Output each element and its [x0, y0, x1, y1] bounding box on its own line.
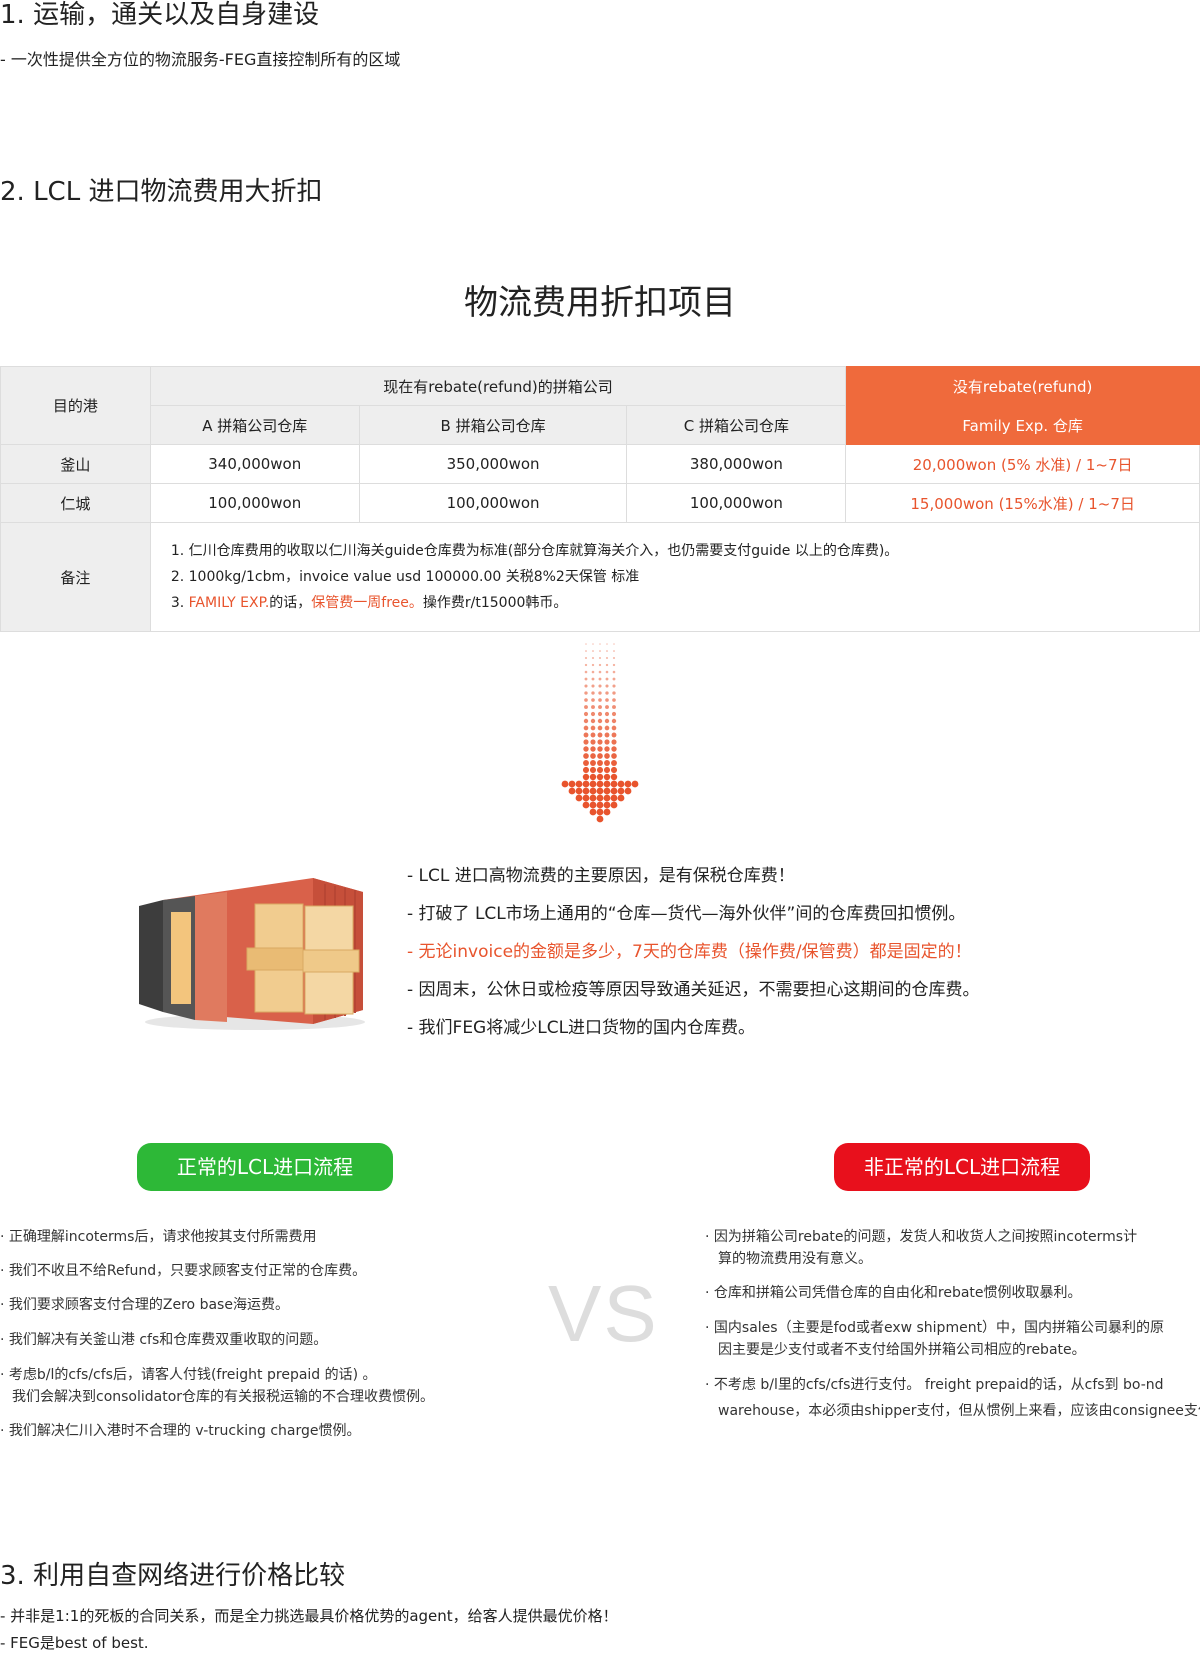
shipping-container-icon [139, 878, 365, 1030]
note-3: 3. FAMILY EXP.的话，保管费一周free。操作费r/t15000韩币… [170, 595, 568, 611]
group-header: 现在有rebate(refund)的拼箱公司 [149, 366, 847, 406]
list-item: · 不考虑 b/l里的cfs/cfs进行支付。 freight prepaid的… [705, 1377, 1164, 1393]
port-cell: 仁城 [0, 483, 151, 523]
family-price-cell: 15,000won (15%水准) / 1~7日 [845, 483, 1200, 523]
notes-cell: 1. 仁川仓库费用的收取以仁川海关guide仓库费为标准(部分仓库就算海关介入，… [149, 522, 1200, 632]
reason-item: - 我们FEG将减少LCL进口货物的国内仓库费。 [407, 1018, 756, 1038]
list-item: · 国内sales（主要是fod或者exw shipment）中，国内拼箱公司暴… [705, 1320, 1165, 1336]
port-cell: 釜山 [0, 444, 151, 484]
price-cell: 100,000won [149, 483, 360, 523]
price-cell: 100,000won [358, 483, 628, 523]
notes-label: 备注 [0, 522, 151, 632]
family-price-cell: 20,000won (5% 水准) / 1~7日 [845, 444, 1200, 484]
list-item: · 我们不收且不给Refund，只要求顾客支付正常的仓库费。 [0, 1263, 367, 1279]
abnormal-process-badge: 非正常的LCL进口流程 [834, 1143, 1090, 1191]
table-row: 仁城 100,000won 100,000won 100,000won 15,0… [0, 483, 1200, 523]
price-cell: 350,000won [358, 444, 628, 484]
section1-desc: - 一次性提供全方位的物流服务-FEG直接控制所有的区域 [0, 50, 401, 69]
reason-item-highlight: - 无论invoice的金额是多少，7天的仓库费（操作费/保管费）都是固定的！ [407, 942, 972, 962]
price-cell: 340,000won [149, 444, 360, 484]
list-item: 因主要是少支付或者不支付给国外拼箱公司相应的rebate。 [718, 1342, 1086, 1358]
rebate-table: 目的港 现在有rebate(refund)的拼箱公司 没有rebate(refu… [0, 366, 1200, 632]
section3-line1: - 并非是1:1的死板的合同关系，而是全力挑选最具价格优势的agent，给客人提… [0, 1607, 618, 1625]
list-item: · 正确理解incoterms后，请求他按其支付所需费用 [0, 1229, 317, 1245]
list-item: · 考虑b/l的cfs/cfs后，请客人付钱(freight prepaid 的… [0, 1367, 377, 1383]
section1-title: 1. 运输，通关以及自身建设 [0, 0, 320, 30]
list-item: · 我们要求顾客支付合理的Zero base海运费。 [0, 1297, 289, 1313]
list-item: 我们会解决到consolidator仓库的有关报税运输的不合理收费惯例。 [12, 1389, 435, 1405]
list-item: · 我们解决有关釜山港 cfs和仓库费双重收取的问题。 [0, 1332, 328, 1348]
dest-header: 目的港 [0, 366, 151, 445]
note-1: 1. 仁川仓库费用的收取以仁川海关guide仓库费为标准(部分仓库就算海关介入，… [170, 543, 899, 559]
list-item: · 我们解决仁川入港时不合理的 v-trucking charge惯例。 [0, 1423, 361, 1439]
list-item: · 仓库和拼箱公司凭借仓库的自由化和rebate惯例收取暴利。 [705, 1285, 1082, 1301]
section3-title: 3. 利用自查网络进行价格比较 [0, 1561, 346, 1591]
table-title: 物流费用折扣项目 [464, 283, 736, 323]
note-2: 2. 1000kg/1cbm，invoice value usd 100000.… [170, 569, 640, 585]
normal-process-badge: 正常的LCL进口流程 [137, 1143, 393, 1191]
section3-line2: - FEG是best of best. [0, 1634, 149, 1652]
col-c-header: C 拼箱公司仓库 [626, 405, 847, 445]
table-row: 釜山 340,000won 350,000won 380,000won 20,0… [0, 444, 1200, 484]
list-item: warehouse，本必须由shipper支付，但从惯例上来看，应该由consi… [718, 1403, 1200, 1419]
orange-header: 没有rebate(refund) [845, 366, 1200, 406]
col-b-header: B 拼箱公司仓库 [358, 405, 628, 445]
reason-item: - LCL 进口高物流费的主要原因，是有保税仓库费！ [407, 866, 795, 886]
reason-item: - 打破了 LCL市场上通用的“仓库—货代—海外伙伴”间的仓库费回扣惯例。 [407, 904, 966, 924]
reason-item: - 因周末，公休日或检疫等原因导致通关延迟，不需要担心这期间的仓库费。 [407, 980, 980, 1000]
price-cell: 380,000won [626, 444, 847, 484]
down-arrow-icon [561, 643, 639, 823]
section2-title: 2. LCL 进口物流费用大折扣 [0, 177, 323, 207]
col-a-header: A 拼箱公司仓库 [149, 405, 360, 445]
vs-label: VS [548, 1269, 659, 1358]
list-item: · 因为拼箱公司rebate的问题，发货人和收货人之间按照incoterms计 [705, 1229, 1138, 1245]
list-item: 算的物流费用没有意义。 [718, 1251, 872, 1267]
price-cell: 100,000won [626, 483, 847, 523]
col-family-header: Family Exp. 仓库 [845, 405, 1200, 445]
